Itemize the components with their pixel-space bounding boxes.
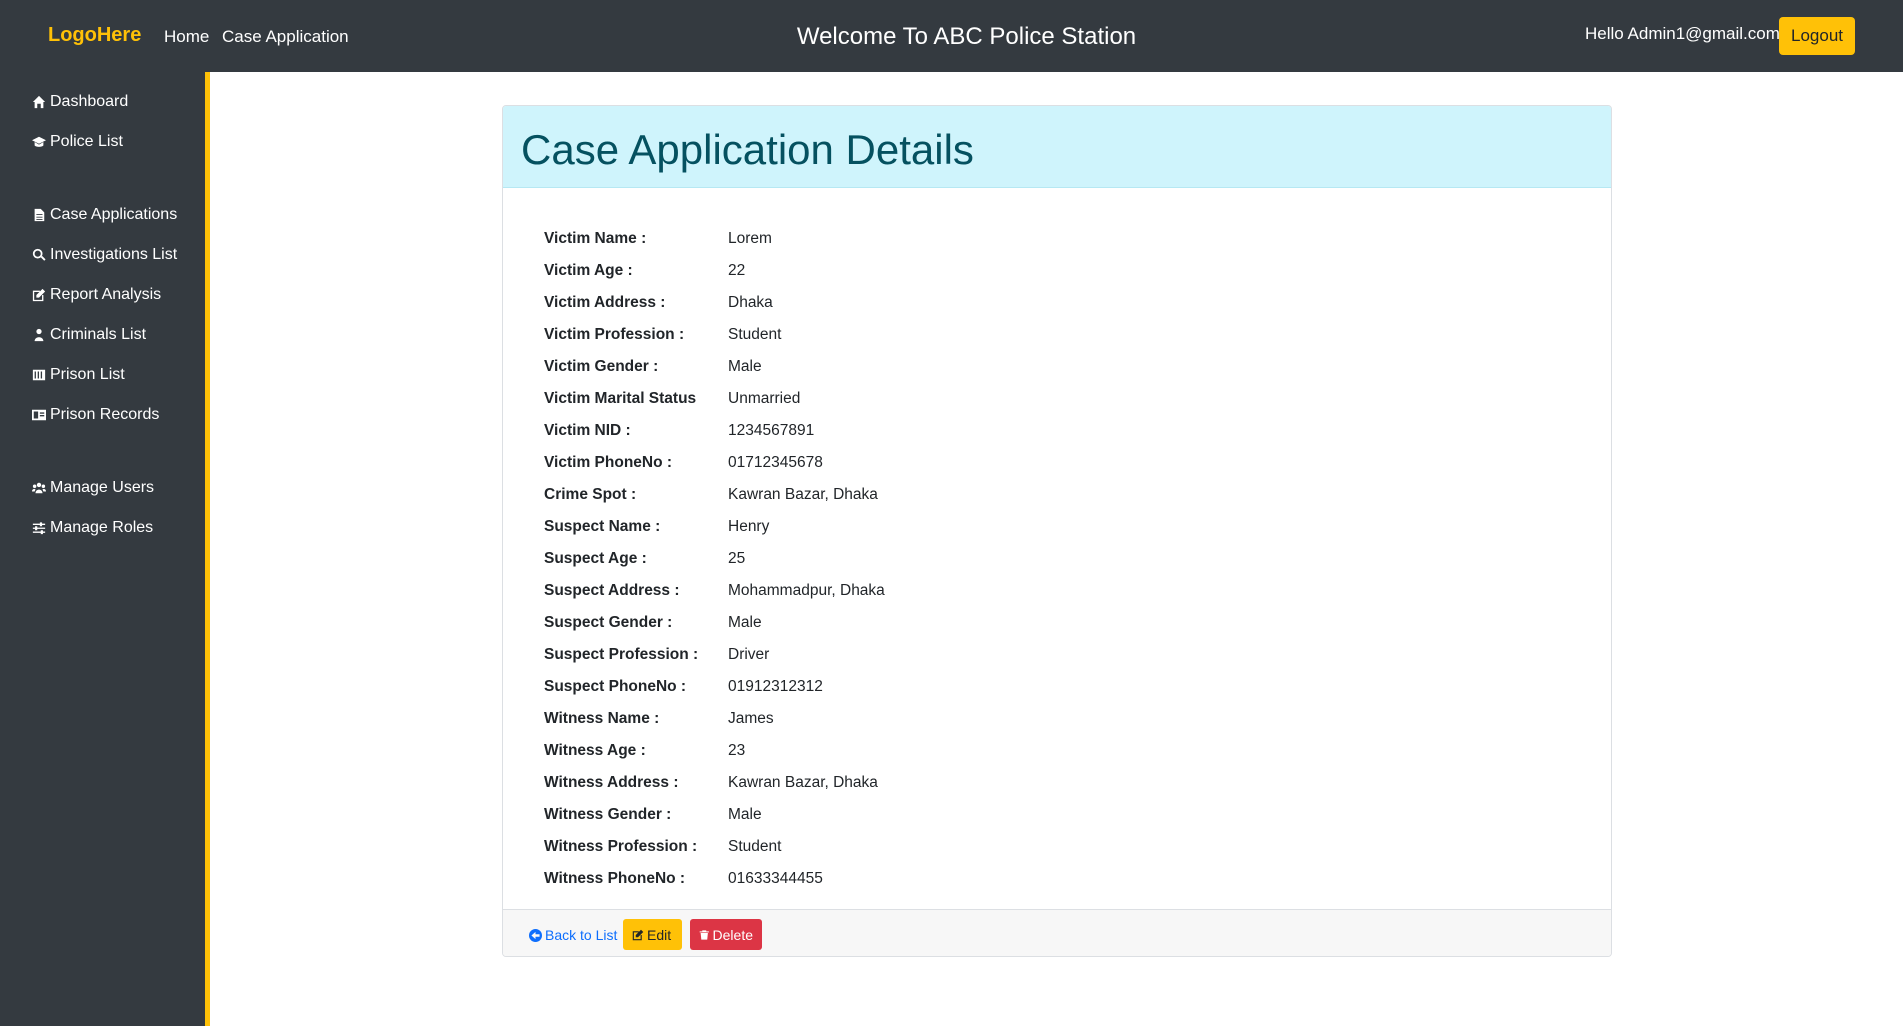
delete-label: Delete (712, 926, 753, 943)
prison-icon (31, 367, 47, 383)
detail-value: Kawran Bazar, Dhaka (728, 486, 878, 503)
detail-value: Student (728, 326, 782, 343)
detail-label: Victim Name : (544, 230, 647, 247)
detail-label: Suspect Address : (544, 582, 680, 599)
card-header: Case Application Details (503, 106, 1611, 188)
detail-label: Victim Gender : (544, 358, 659, 375)
detail-label: Witness Address : (544, 774, 679, 791)
detail-label: Victim Address : (544, 294, 666, 311)
edit-button[interactable]: Edit (623, 919, 682, 950)
detail-value: Male (728, 358, 762, 375)
sidebar-item-manage-roles[interactable]: Manage Roles (31, 519, 153, 537)
sidebar-item-investigations-list[interactable]: Investigations List (31, 246, 177, 264)
detail-value: 25 (728, 550, 746, 567)
detail-label: Victim Age : (544, 262, 633, 279)
detail-label: Witness Profession : (544, 838, 698, 855)
sidebar-item-label: Prison List (50, 366, 125, 383)
sidebar-item-prison-records[interactable]: Prison Records (31, 406, 159, 424)
sidebar-item-label: Manage Users (50, 479, 155, 496)
detail-value: Dhaka (728, 294, 773, 311)
edit-icon (632, 929, 644, 940)
detail-value: Henry (728, 518, 770, 535)
detail-value: Lorem (728, 230, 772, 247)
file-icon (31, 207, 47, 223)
edit-label: Edit (647, 926, 672, 943)
sidebar-item-label: Dashboard (50, 93, 129, 110)
sidebar-item-report-analysis[interactable]: Report Analysis (31, 286, 161, 304)
detail-label: Crime Spot : (544, 486, 637, 503)
detail-value: Mohammadpur, Dhaka (728, 582, 885, 599)
sidebar-item-label: Report Analysis (50, 286, 162, 303)
top-navbar: LogoHere Home Case Application Welcome T… (0, 0, 1903, 72)
detail-label: Suspect Age : (544, 550, 647, 567)
back-to-list-link[interactable]: Back to List (529, 927, 617, 943)
detail-label: Witness PhoneNo : (544, 870, 686, 887)
detail-value: 1234567891 (728, 422, 815, 439)
sidebar-item-label: Prison Records (50, 406, 160, 423)
graduation-cap-icon (31, 134, 47, 150)
detail-value: 23 (728, 742, 746, 759)
arrow-circle-left-icon (529, 928, 542, 942)
user-greeting: Hello Admin1@gmail.com! (1585, 24, 1785, 43)
sidebar-item-prison-list[interactable]: Prison List (31, 366, 125, 384)
detail-value: Kawran Bazar, Dhaka (728, 774, 878, 791)
detail-label: Victim NID : (544, 422, 631, 439)
detail-value: 01912312312 (728, 678, 823, 695)
users-icon (31, 480, 47, 496)
trash-icon (699, 929, 709, 940)
sidebar: Dashboard Police List Case Applications … (0, 72, 210, 1026)
detail-label: Suspect PhoneNo : (544, 678, 687, 695)
logout-button[interactable]: Logout (1779, 17, 1855, 55)
detail-value: 01712345678 (728, 454, 823, 471)
sidebar-item-police-list[interactable]: Police List (31, 133, 123, 151)
detail-label: Victim PhoneNo : (544, 454, 673, 471)
criminal-icon (31, 327, 47, 343)
detail-value: Male (728, 614, 762, 631)
detail-label: Witness Name : (544, 710, 660, 727)
card-footer: Back to List Edit Delete (503, 909, 1611, 956)
detail-label: Suspect Name : (544, 518, 661, 535)
detail-value: 22 (728, 262, 746, 279)
case-details-card: Case Application Details Victim Name : Lo… (502, 105, 1612, 957)
sidebar-item-criminals-list[interactable]: Criminals List (31, 326, 146, 344)
search-icon (31, 247, 47, 263)
sidebar-item-manage-users[interactable]: Manage Users (31, 479, 154, 497)
sliders-icon (31, 520, 47, 536)
detail-label: Victim Profession : (544, 326, 685, 343)
sidebar-item-label: Manage Roles (50, 519, 154, 536)
delete-button[interactable]: Delete (690, 919, 762, 950)
id-card-icon (31, 407, 47, 423)
detail-label: Witness Age : (544, 742, 646, 759)
detail-value: Driver (728, 646, 770, 663)
edit-icon (31, 287, 47, 303)
sidebar-item-label: Case Applications (50, 206, 178, 223)
detail-label: Witness Gender : (544, 806, 672, 823)
sidebar-item-label: Investigations List (50, 246, 178, 263)
detail-label: Suspect Gender : (544, 614, 673, 631)
detail-value: Male (728, 806, 762, 823)
detail-label: Suspect Profession : (544, 646, 699, 663)
sidebar-item-dashboard[interactable]: Dashboard (31, 93, 128, 111)
sidebar-item-label: Police List (50, 133, 123, 150)
detail-value: 01633344455 (728, 870, 823, 887)
detail-value: Unmarried (728, 390, 801, 407)
card-title: Case Application Details (521, 126, 974, 173)
home-icon (31, 94, 47, 110)
detail-value: Student (728, 838, 782, 855)
detail-label: Victim Marital Status (544, 390, 697, 407)
sidebar-item-label: Criminals List (50, 326, 147, 343)
sidebar-item-case-applications[interactable]: Case Applications (31, 206, 177, 224)
detail-value: James (728, 710, 774, 727)
back-to-list-label: Back to List (545, 927, 618, 943)
